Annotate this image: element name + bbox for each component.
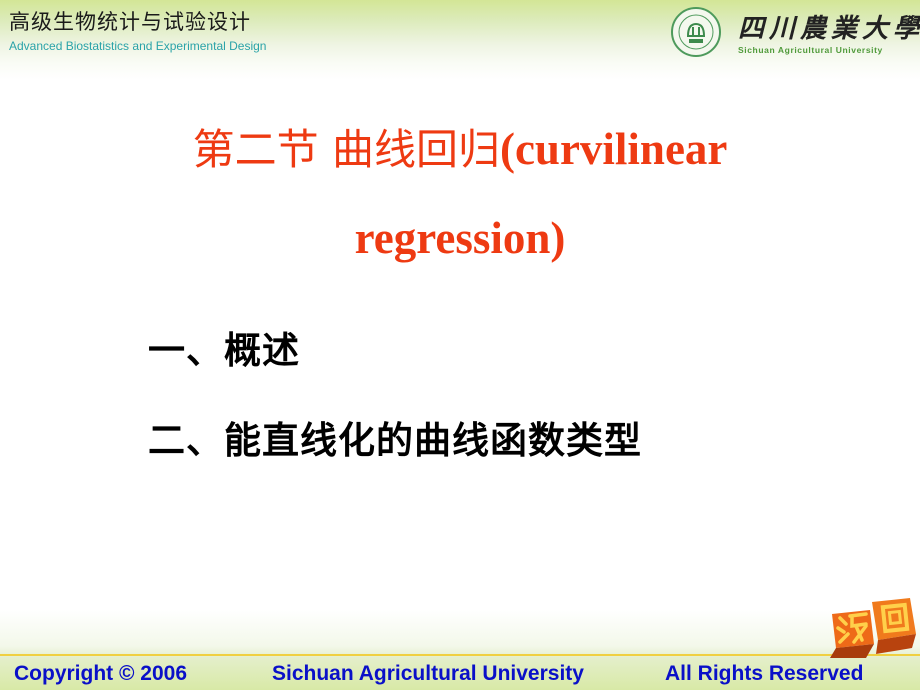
return-3d-block-icon	[830, 598, 916, 658]
footer-copyright: Copyright © 2006	[14, 662, 188, 685]
footer-rights: All Rights Reserved	[665, 662, 864, 685]
footer-university: Sichuan Agricultural University	[272, 662, 584, 685]
slide-title-en-part1: (curvilinear	[499, 124, 728, 174]
course-title-en: Advanced Biostatistics and Experimental …	[9, 39, 267, 53]
outline-item-overview[interactable]: 一、概述	[148, 322, 642, 412]
university-name-en: Sichuan Agricultural University	[738, 45, 883, 55]
footer-divider	[0, 654, 920, 656]
slide-title-en-part2: regression)	[354, 213, 566, 263]
slide-title-cn: 第二节 曲线回归	[192, 125, 500, 174]
return-button[interactable]: 返回	[826, 596, 918, 660]
slide-title: 第二节 曲线回归(curvilinear regression)	[100, 105, 820, 282]
university-name-cn: 四川農業大學	[738, 14, 920, 44]
outline-list: 一、概述 二、能直线化的曲线函数类型	[148, 322, 642, 502]
university-seal-icon	[671, 7, 721, 57]
course-title-cn: 高级生物统计与试验设计	[9, 10, 251, 34]
outline-item-linearizable-functions[interactable]: 二、能直线化的曲线函数类型	[148, 412, 642, 502]
